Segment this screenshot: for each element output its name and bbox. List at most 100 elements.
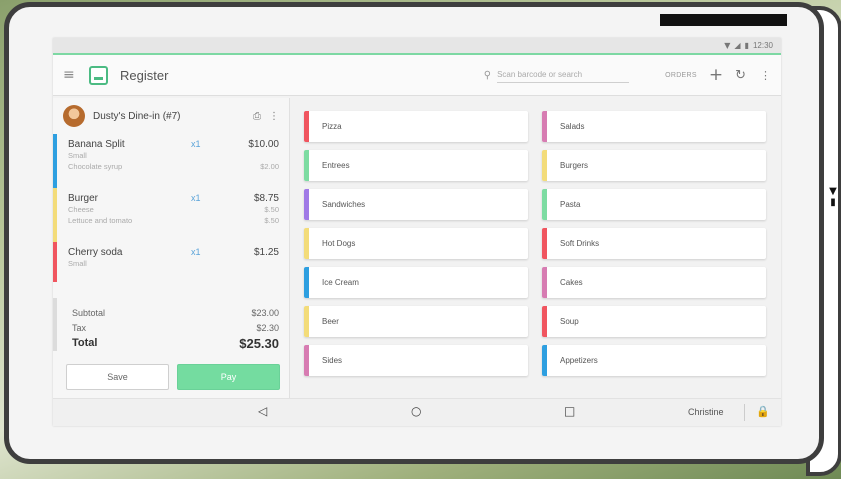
category-color-stripe <box>542 228 547 259</box>
category-label: Pasta <box>560 200 581 209</box>
category-color-stripe <box>542 111 547 142</box>
register-logo-icon <box>89 65 108 85</box>
category-color-stripe <box>304 111 309 142</box>
category-color-stripe <box>542 306 547 337</box>
page-title: Register <box>120 67 169 83</box>
modifier-price: $.50 <box>264 205 279 214</box>
home-icon[interactable]: ○ <box>411 404 421 418</box>
back-icon[interactable]: ◁ <box>258 404 267 418</box>
app-bar: ≡ Register ⚲ ORDERS + ↻ ⋮ <box>53 55 781 96</box>
item-name: Banana Split <box>68 139 125 150</box>
modifier-price: $.50 <box>264 216 279 225</box>
main-content: Dusty's Dine-in (#7) ⎙ ⋮ Banana Split x1… <box>53 98 781 398</box>
camera-bar <box>660 14 787 26</box>
category-label: Entrees <box>322 161 350 170</box>
category-grid: Pizza Salads Entrees Burgers Sandwiches … <box>290 98 781 398</box>
item-price: $10.00 <box>248 139 279 150</box>
item-price: $1.25 <box>253 247 279 258</box>
category-color-stripe <box>304 345 309 376</box>
lock-icon[interactable]: 🔒 <box>756 405 770 418</box>
add-icon[interactable]: + <box>709 65 723 85</box>
order-more-icon[interactable]: ⋮ <box>269 111 279 122</box>
category-ice-cream[interactable]: Ice Cream <box>304 267 528 298</box>
subtotal-value: $23.00 <box>251 308 279 318</box>
tablet-screen: ▼ ◢ ▮ 12:30 ≡ Register ⚲ ORDERS + ↻ ⋮ Du… <box>53 38 781 426</box>
category-label: Soup <box>560 317 579 326</box>
line-item-burger[interactable]: Burger x1 $8.75 Cheese $.50 Lettuce and … <box>53 188 289 242</box>
signal-icon: ◢ <box>734 41 741 50</box>
item-color-stripe <box>53 188 57 242</box>
order-actions: Save Pay <box>66 364 280 390</box>
refresh-icon[interactable]: ↻ <box>735 68 746 83</box>
category-label: Burgers <box>560 161 589 170</box>
current-user-name[interactable]: Christine <box>688 407 724 417</box>
category-appetizers[interactable]: Appetizers <box>542 345 766 376</box>
category-label: Cakes <box>560 278 583 287</box>
category-soup[interactable]: Soup <box>542 306 766 337</box>
order-totals: Subtotal $23.00 Tax $2.30 Total $25.30 <box>53 298 289 351</box>
item-modifier: Cheese <box>68 205 94 214</box>
recents-icon[interactable]: □ <box>564 404 575 418</box>
nav-divider <box>744 404 745 421</box>
category-sandwiches[interactable]: Sandwiches <box>304 189 528 220</box>
save-button[interactable]: Save <box>66 364 169 390</box>
status-time: 12:30 <box>752 41 773 50</box>
item-qty: x1 <box>191 247 201 257</box>
item-modifier: Small <box>68 151 87 160</box>
line-item-banana-split[interactable]: Banana Split x1 $10.00 Small Chocolate s… <box>53 134 289 188</box>
category-label: Hot Dogs <box>322 239 356 248</box>
item-modifier: Lettuce and tomato <box>68 216 133 225</box>
modifier-price: $2.00 <box>260 162 279 171</box>
search-icon[interactable]: ⚲ <box>484 70 491 81</box>
line-item-cherry-soda[interactable]: Cherry soda x1 $1.25 Small <box>53 242 289 282</box>
order-panel: Dusty's Dine-in (#7) ⎙ ⋮ Banana Split x1… <box>53 98 290 398</box>
print-icon[interactable]: ⎙ <box>253 111 261 122</box>
category-hot-dogs[interactable]: Hot Dogs <box>304 228 528 259</box>
tax-value: $2.30 <box>256 323 279 333</box>
category-burgers[interactable]: Burgers <box>542 150 766 181</box>
category-pizza[interactable]: Pizza <box>304 111 528 142</box>
item-color-stripe <box>53 134 57 188</box>
subtotal-label: Subtotal <box>72 308 106 318</box>
item-price: $8.75 <box>253 193 279 204</box>
modifier-price <box>235 150 279 161</box>
tax-label: Tax <box>72 323 87 333</box>
item-name: Burger <box>68 193 99 204</box>
category-label: Beer <box>322 317 339 326</box>
category-label: Soft Drinks <box>560 239 600 248</box>
item-modifier: Chocolate syrup <box>68 162 123 171</box>
category-color-stripe <box>304 228 309 259</box>
category-color-stripe <box>304 267 309 298</box>
battery-icon: ▮ <box>744 41 749 50</box>
category-pasta[interactable]: Pasta <box>542 189 766 220</box>
item-qty: x1 <box>191 139 201 149</box>
overflow-menu-icon[interactable]: ⋮ <box>760 69 771 82</box>
category-beer[interactable]: Beer <box>304 306 528 337</box>
category-sides[interactable]: Sides <box>304 345 528 376</box>
item-modifier: Small <box>68 259 87 268</box>
category-color-stripe <box>542 345 547 376</box>
total-value: $25.30 <box>239 336 279 351</box>
category-color-stripe <box>542 150 547 181</box>
category-cakes[interactable]: Cakes <box>542 267 766 298</box>
pay-button[interactable]: Pay <box>177 364 280 390</box>
modifier-price <box>235 258 279 269</box>
order-name[interactable]: Dusty's Dine-in (#7) <box>93 111 253 122</box>
category-color-stripe <box>304 189 309 220</box>
category-label: Pizza <box>322 122 342 131</box>
customer-avatar <box>63 105 85 127</box>
system-nav-bar: ◁ ○ □ Christine 🔒 <box>53 398 781 426</box>
search-input[interactable] <box>497 67 630 83</box>
category-entrees[interactable]: Entrees <box>304 150 528 181</box>
category-color-stripe <box>304 150 309 181</box>
category-salads[interactable]: Salads <box>542 111 766 142</box>
category-label: Sandwiches <box>322 200 366 209</box>
category-label: Salads <box>560 122 585 131</box>
category-label: Appetizers <box>560 356 598 365</box>
order-line-items: Banana Split x1 $10.00 Small Chocolate s… <box>53 134 289 282</box>
hamburger-menu-icon[interactable]: ≡ <box>63 67 85 83</box>
category-soft-drinks[interactable]: Soft Drinks <box>542 228 766 259</box>
status-bar: ▼ ◢ ▮ 12:30 <box>53 38 781 55</box>
orders-link[interactable]: ORDERS <box>665 72 697 79</box>
total-label: Total <box>72 337 98 349</box>
